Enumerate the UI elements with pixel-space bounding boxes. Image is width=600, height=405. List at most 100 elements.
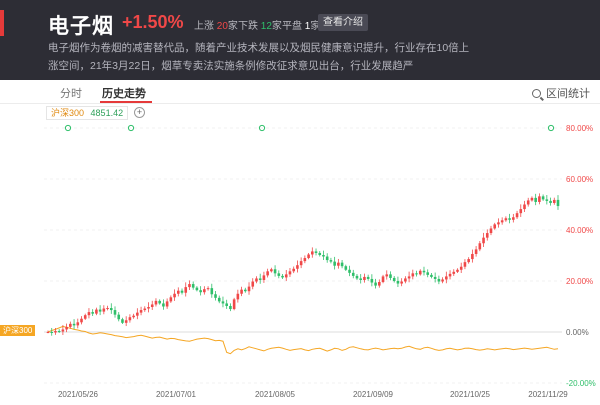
candle-body <box>229 305 232 310</box>
view-intro-button[interactable]: 查看介绍 <box>318 14 368 31</box>
tab-intraday[interactable]: 分时 <box>60 85 82 101</box>
candle-body <box>98 309 102 312</box>
candle-body <box>474 249 478 254</box>
candle-body <box>117 314 121 320</box>
x-tick-label: 2021/08/05 <box>255 390 296 399</box>
candle-body <box>370 278 374 283</box>
candle-body <box>448 273 452 277</box>
candle-body <box>217 297 221 302</box>
search-icon <box>532 89 541 98</box>
candle-body <box>221 301 225 304</box>
y-tick-label: 80.00% <box>566 124 593 133</box>
candle-body <box>381 276 385 283</box>
candle-body <box>281 275 284 278</box>
down-unit: 家 <box>271 21 282 32</box>
sector-change: +1.50% <box>122 12 184 32</box>
down-label: 下跌 <box>238 21 258 32</box>
down-count-stat: 下跌 12家 <box>238 17 282 32</box>
tab-history[interactable]: 历史走势 <box>102 85 146 101</box>
candle-body <box>299 261 303 266</box>
candle-body <box>463 262 467 267</box>
candle-body <box>549 200 552 203</box>
candle-body <box>225 303 228 306</box>
candle-body <box>497 222 500 225</box>
candle-body <box>392 277 396 281</box>
y-tick-label: 20.00% <box>566 277 593 286</box>
candle-body <box>83 315 87 319</box>
candle-body <box>251 281 255 287</box>
y-tick-label: 40.00% <box>566 226 593 235</box>
candle-body <box>445 276 448 280</box>
sector-description: 电子烟作为卷烟的减害替代品，随着产业技术发展以及烟民健康意识提升，行业存在10倍… <box>48 42 470 72</box>
candle-body <box>270 269 273 272</box>
candle-body <box>266 271 269 276</box>
x-tick-label: 2021/09/09 <box>353 390 394 399</box>
candle-body <box>441 279 444 282</box>
candle-body <box>195 287 199 291</box>
candle-body <box>288 271 292 275</box>
sector-title: 电子烟 <box>48 15 114 38</box>
candle-body <box>80 318 83 323</box>
candle-body <box>325 256 329 261</box>
candle-body <box>366 276 370 279</box>
x-tick-label: 2021/05/26 <box>58 390 99 399</box>
candle-body <box>76 322 80 326</box>
candle-body <box>292 268 295 272</box>
candle-body <box>430 274 433 277</box>
add-compare-icon[interactable]: + <box>134 107 145 118</box>
candle-body <box>467 259 470 263</box>
up-label: 上涨 <box>194 21 214 32</box>
candle-body <box>508 218 511 220</box>
candle-body <box>322 254 325 257</box>
candle-body <box>433 276 437 279</box>
up-count: 20 <box>216 21 228 32</box>
candle-body <box>210 288 214 295</box>
candle-body <box>109 308 113 311</box>
candle-body <box>165 301 169 307</box>
benchmark-line <box>47 325 559 355</box>
candle-body <box>236 293 240 300</box>
history-chart[interactable]: 80.00% 60.00% 40.00% 20.00% 0.00% -20.00% 2021… <box>0 118 600 405</box>
candle-body <box>485 233 489 238</box>
candle-body <box>411 273 415 277</box>
candle-body <box>389 274 392 278</box>
candle-body <box>162 303 165 307</box>
candle-body <box>176 290 180 294</box>
sector-header: 电子烟 +1.50% 上涨 20家 下跌 12家 平盘 1家 查看介绍 电子烟作… <box>0 0 600 80</box>
candle-body <box>262 275 266 280</box>
candle-body <box>333 261 336 266</box>
candle-body <box>136 312 139 316</box>
candle-body <box>247 286 251 292</box>
range-stats-button[interactable]: 区间统计 <box>532 85 590 101</box>
candle-body <box>459 266 463 270</box>
candle-body <box>374 282 377 286</box>
candle-body <box>545 199 549 201</box>
x-tick-label: 2021/07/01 <box>156 390 197 399</box>
down-count: 12 <box>260 21 272 32</box>
up-count-stat: 上涨 20家 <box>194 17 238 32</box>
candle-body <box>54 330 57 333</box>
candle-body <box>538 196 541 202</box>
candle-body <box>124 320 128 323</box>
candle-body <box>318 252 322 255</box>
candle-body <box>556 199 560 207</box>
x-tick-label: 2021/10/25 <box>450 390 491 399</box>
candle-body <box>337 262 340 266</box>
candle-body <box>489 228 493 234</box>
flat-count-stat: 平盘 1家 <box>282 17 320 32</box>
y-tick-label: 60.00% <box>566 175 593 184</box>
candle-body <box>50 332 54 333</box>
candle-body <box>102 308 106 312</box>
candle-body <box>530 197 534 201</box>
candle-body <box>314 251 318 253</box>
up-unit: 家 <box>227 21 238 32</box>
candle-body <box>277 273 281 276</box>
candle-body <box>128 317 132 321</box>
candle-body <box>206 288 210 290</box>
candle-body <box>169 297 173 302</box>
candle-body <box>523 204 526 210</box>
candle-body <box>303 258 307 262</box>
candle-body <box>296 265 299 269</box>
candle-body <box>385 274 389 277</box>
candle-body <box>139 310 143 313</box>
